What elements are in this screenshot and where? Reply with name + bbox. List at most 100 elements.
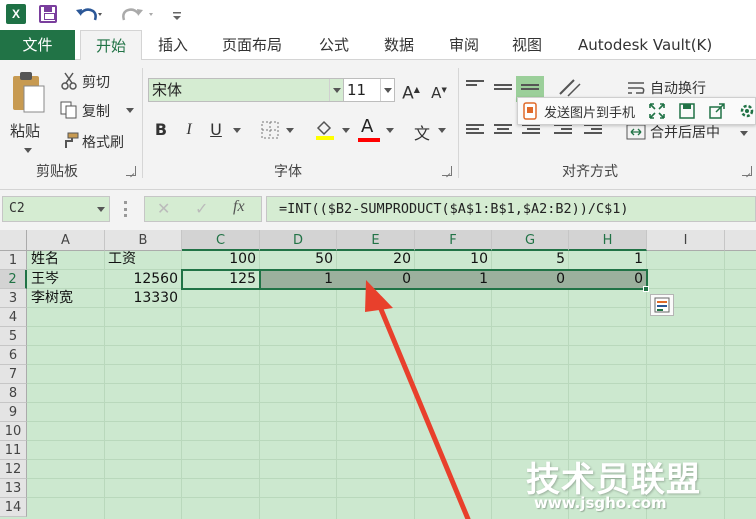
save-to-cloud-icon[interactable] — [678, 102, 696, 120]
tab-formulas[interactable]: 公式 — [319, 30, 349, 60]
column-header-b[interactable]: B — [105, 230, 182, 251]
column-header-j[interactable] — [725, 230, 756, 251]
tab-review[interactable]: 审阅 — [449, 30, 479, 60]
row-header-1[interactable]: 1 — [0, 251, 27, 270]
cell-b2[interactable]: 12560 — [105, 270, 181, 289]
insert-function-button[interactable]: fx — [233, 198, 245, 216]
customize-icon[interactable] — [170, 3, 184, 25]
row-header-14[interactable]: 14 — [0, 498, 27, 517]
align-top-button[interactable] — [466, 80, 484, 94]
italic-button[interactable]: I — [178, 118, 200, 142]
tab-file[interactable]: 文件 — [0, 30, 75, 60]
phonetic-button[interactable]: 文 — [410, 116, 450, 144]
formula-input[interactable]: =INT(($B2-SUMPRODUCT($A$1:B$1,$A2:B2))/C… — [266, 196, 756, 222]
cell-e2[interactable]: 0 — [337, 270, 414, 289]
paste-button[interactable]: 粘贴 — [8, 68, 48, 158]
clipboard-launcher-icon[interactable] — [126, 166, 136, 176]
name-box-dropdown-icon[interactable] — [97, 207, 105, 212]
row-header-4[interactable]: 4 — [0, 308, 27, 327]
borders-button[interactable] — [260, 120, 296, 142]
cell-a3[interactable]: 李树宽 — [28, 289, 104, 308]
increase-indent-button[interactable] — [584, 124, 602, 138]
column-header-e[interactable]: E — [337, 230, 415, 251]
format-painter-button[interactable]: 格式刷 — [58, 130, 138, 152]
row-header-2[interactable]: 2 — [0, 270, 27, 289]
underline-button[interactable]: U — [205, 118, 227, 142]
column-header-f[interactable]: F — [415, 230, 492, 251]
save-icon[interactable] — [39, 5, 57, 23]
row-header-11[interactable]: 11 — [0, 441, 27, 460]
column-header-h[interactable]: H — [569, 230, 647, 251]
align-center-button[interactable] — [494, 124, 512, 138]
cell-a1[interactable]: 姓名 — [28, 250, 104, 269]
row-header-10[interactable]: 10 — [0, 422, 27, 441]
copy-button[interactable]: 复制 — [58, 99, 138, 121]
column-header-i[interactable]: I — [647, 230, 725, 251]
paste-dropdown-icon[interactable] — [24, 148, 32, 153]
alignment-launcher-icon[interactable] — [742, 166, 752, 176]
decrease-indent-button[interactable] — [554, 124, 572, 138]
decrease-font-size-button[interactable]: A▼ — [428, 78, 450, 102]
font-color-swatch — [358, 138, 380, 142]
cell-b3[interactable]: 13330 — [105, 289, 181, 308]
settings-gear-icon[interactable] — [738, 102, 756, 120]
cell-g2[interactable]: 0 — [492, 270, 568, 289]
align-middle-button[interactable] — [494, 84, 512, 98]
font-launcher-icon[interactable] — [442, 166, 452, 176]
row-header-3[interactable]: 3 — [0, 289, 27, 308]
cell-f1[interactable]: 10 — [415, 250, 491, 269]
tab-insert[interactable]: 插入 — [158, 30, 188, 60]
tab-data[interactable]: 数据 — [384, 30, 414, 60]
send-image-to-phone-button[interactable]: 发送图片到手机 — [522, 100, 642, 122]
enter-icon[interactable]: ✓ — [195, 199, 208, 218]
redo-icon[interactable] — [118, 3, 158, 25]
tab-autodesk-vault[interactable]: Autodesk Vault(K) — [578, 30, 712, 60]
cell-f2[interactable]: 1 — [415, 270, 491, 289]
underline-dropdown-icon[interactable] — [233, 128, 241, 133]
font-name-dropdown-icon[interactable] — [329, 79, 343, 101]
row-header-5[interactable]: 5 — [0, 327, 27, 346]
font-size-box[interactable]: 11 — [343, 78, 395, 102]
expand-icon[interactable] — [648, 102, 666, 120]
undo-icon[interactable] — [72, 3, 106, 25]
row-header-13[interactable]: 13 — [0, 479, 27, 498]
cell-h1[interactable]: 1 — [569, 250, 646, 269]
cell-d2[interactable]: 1 — [260, 270, 336, 289]
name-box[interactable]: C2 — [2, 196, 110, 222]
quick-analysis-button[interactable] — [650, 294, 674, 316]
bold-button[interactable]: B — [150, 118, 172, 142]
font-name-box[interactable]: 宋体 — [148, 78, 344, 102]
cell-d1[interactable]: 50 — [260, 250, 336, 269]
fill-color-button[interactable] — [314, 118, 352, 142]
column-header-c[interactable]: C — [182, 230, 260, 251]
select-all-corner[interactable] — [0, 230, 27, 251]
increase-font-size-button[interactable]: A▲ — [400, 78, 422, 104]
cell-h2[interactable]: 0 — [569, 270, 646, 289]
align-right-button[interactable] — [522, 124, 540, 138]
cell-g1[interactable]: 5 — [492, 250, 568, 269]
row-header-8[interactable]: 8 — [0, 384, 27, 403]
row-header-6[interactable]: 6 — [0, 346, 27, 365]
cell-a2[interactable]: 王岑 — [28, 270, 104, 289]
cut-button[interactable]: 剪切 — [58, 70, 118, 92]
tab-home[interactable]: 开始 — [80, 30, 142, 61]
tab-page-layout[interactable]: 页面布局 — [222, 30, 282, 60]
copy-dropdown-icon[interactable] — [126, 108, 134, 113]
column-header-g[interactable]: G — [492, 230, 569, 251]
cell-e1[interactable]: 20 — [337, 250, 414, 269]
column-header-d[interactable]: D — [260, 230, 337, 251]
cancel-icon[interactable]: ✕ — [157, 199, 170, 218]
font-color-button[interactable]: A — [358, 116, 396, 144]
tab-view[interactable]: 视图 — [512, 30, 542, 60]
font-size-dropdown-icon[interactable] — [380, 79, 394, 101]
cell-c2[interactable]: 125 — [182, 270, 259, 289]
cell-b1[interactable]: 工资 — [105, 250, 181, 269]
cell-c1[interactable]: 100 — [182, 250, 259, 269]
worksheet-grid[interactable]: A B C D E F G H I 1 2 3 4 5 6 7 8 9 10 1… — [0, 230, 756, 519]
align-left-button[interactable] — [466, 124, 484, 138]
row-header-12[interactable]: 12 — [0, 460, 27, 479]
row-header-7[interactable]: 7 — [0, 365, 27, 384]
row-header-9[interactable]: 9 — [0, 403, 27, 422]
share-icon[interactable] — [708, 102, 726, 120]
column-header-a[interactable]: A — [27, 230, 105, 251]
